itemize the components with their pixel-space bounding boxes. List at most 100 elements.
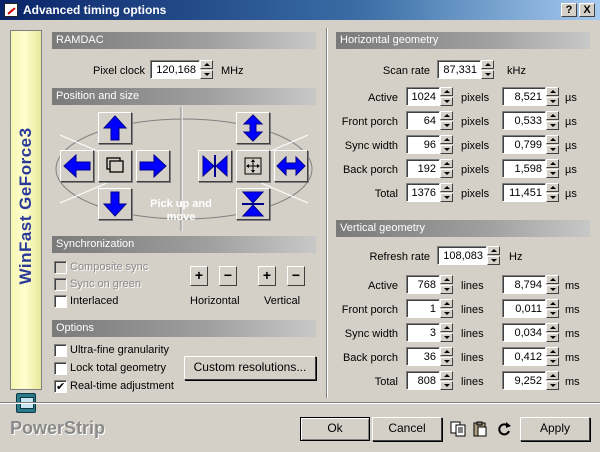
h-back-porch-field[interactable]: 192 (406, 159, 440, 178)
reset-position-button[interactable] (98, 150, 132, 182)
h-front-porch-unit: pixels (461, 116, 490, 128)
v-active-field[interactable]: 768 (406, 275, 440, 294)
refresh-rate-unit: Hz (509, 251, 523, 263)
pixel-clock-label: Pixel clock (93, 65, 145, 77)
h-sync-width-spinner[interactable] (440, 135, 453, 154)
h-back-porch-time-spinner[interactable] (546, 159, 559, 178)
h-front-porch-time-spinner[interactable] (546, 111, 559, 130)
v-sync-width-time-field[interactable]: 0,034 (502, 323, 546, 342)
help-button[interactable]: ? (561, 3, 577, 17)
v-back-porch-field[interactable]: 36 (406, 347, 440, 366)
horizontal-minus-button[interactable]: − (219, 266, 237, 286)
h-total-time-field[interactable]: 11,451 (502, 183, 546, 202)
h-active-spinner[interactable] (440, 87, 453, 106)
v-front-porch-field[interactable]: 1 (406, 299, 440, 318)
paste-icon[interactable] (472, 421, 488, 437)
ok-button[interactable]: Ok (300, 417, 370, 441)
h-back-porch-label: Back porch (342, 164, 398, 176)
converge-vertical-icon (241, 191, 265, 217)
v-front-porch-spinner[interactable] (440, 299, 453, 318)
vendor-label: WinFast GeForce3 (16, 127, 35, 285)
h-active-time-unit: µs (565, 92, 577, 104)
scan-rate-unit: kHz (507, 65, 526, 77)
h-back-porch-time-field[interactable]: 1,598 (502, 159, 546, 178)
scan-rate-field[interactable]: 87,331 (437, 60, 481, 79)
h-front-porch-field[interactable]: 64 (406, 111, 440, 130)
h-active-time-spinner[interactable] (546, 87, 559, 106)
pixel-clock-field[interactable]: 120,168 (150, 60, 200, 79)
shrink-vertical-button[interactable] (236, 188, 270, 220)
v-active-spinner[interactable] (440, 275, 453, 294)
v-back-porch-time-spinner[interactable] (546, 347, 559, 366)
h-front-porch-time-field[interactable]: 0,533 (502, 111, 546, 130)
h-active-label: Active (368, 92, 398, 104)
v-active-time-field[interactable]: 8,794 (502, 275, 546, 294)
refresh-icon[interactable] (496, 421, 512, 437)
h-front-porch-spinner[interactable] (440, 111, 453, 130)
footer-separator (0, 402, 600, 404)
h-total-field[interactable]: 1376 (406, 183, 440, 202)
move-right-button[interactable] (136, 150, 170, 182)
interlaced-checkbox[interactable] (54, 295, 67, 308)
h-front-porch-label: Front porch (341, 116, 398, 128)
expand-vertical-button[interactable] (236, 112, 270, 144)
vertical-plus-button[interactable]: + (258, 266, 276, 286)
move-down-button[interactable] (98, 188, 132, 220)
expand-horizontal-button[interactable] (274, 150, 308, 182)
v-total-time-field[interactable]: 9,252 (502, 371, 546, 390)
v-front-porch-time-spinner[interactable] (546, 299, 559, 318)
shrink-horizontal-button[interactable] (198, 150, 232, 182)
h-active-unit: pixels (461, 92, 490, 104)
v-sync-width-spinner[interactable] (440, 323, 453, 342)
h-total-time-spinner[interactable] (546, 183, 559, 202)
v-sync-width-time-spinner[interactable] (546, 323, 559, 342)
pixel-clock-spinner[interactable] (200, 60, 213, 79)
move-up-button[interactable] (98, 112, 132, 144)
column-separator (326, 28, 328, 398)
h-sync-width-time-spinner[interactable] (546, 135, 559, 154)
h-total-spinner[interactable] (440, 183, 453, 202)
realtime-label: Real-time adjustment (70, 380, 174, 392)
cancel-button[interactable]: Cancel (372, 417, 442, 441)
h-active-time-field[interactable]: 8,521 (502, 87, 546, 106)
refresh-rate-field[interactable]: 108,083 (437, 246, 487, 265)
v-back-porch-spinner[interactable] (440, 347, 453, 366)
double-arrow-vertical-icon (242, 114, 264, 142)
v-total-spinner[interactable] (440, 371, 453, 390)
h-back-porch-spinner[interactable] (440, 159, 453, 178)
h-active-field[interactable]: 1024 (406, 87, 440, 106)
h-total-time-unit: µs (565, 188, 577, 200)
ultrafine-checkbox[interactable] (54, 344, 67, 357)
h-sync-width-time-field[interactable]: 0,799 (502, 135, 546, 154)
v-active-label: Active (368, 280, 398, 292)
center-size-button[interactable] (236, 150, 270, 182)
options-header: Options (52, 320, 316, 337)
arrow-left-icon (63, 153, 91, 179)
composite-sync-checkbox[interactable] (54, 261, 67, 274)
h-sync-width-field[interactable]: 96 (406, 135, 440, 154)
v-front-porch-time-field[interactable]: 0,011 (502, 299, 546, 318)
powerstrip-label: PowerStrip (10, 418, 106, 438)
apply-button[interactable]: Apply (520, 417, 590, 441)
horizontal-plus-button[interactable]: + (190, 266, 208, 286)
v-active-unit: lines (461, 280, 484, 292)
v-total-field[interactable]: 808 (406, 371, 440, 390)
v-sync-width-field[interactable]: 3 (406, 323, 440, 342)
scan-rate-spinner[interactable] (481, 60, 494, 79)
lock-geometry-checkbox[interactable] (54, 362, 67, 375)
refresh-rate-spinner[interactable] (487, 246, 500, 265)
close-button[interactable]: X (579, 3, 595, 17)
horizontal-polarity-label: Horizontal (190, 295, 240, 307)
v-active-time-spinner[interactable] (546, 275, 559, 294)
custom-resolutions-button[interactable]: Custom resolutions... (184, 356, 316, 380)
vertical-minus-button[interactable]: − (287, 266, 305, 286)
h-back-porch-unit: pixels (461, 164, 490, 176)
v-sync-width-unit: lines (461, 328, 484, 340)
copy-icon[interactable] (450, 421, 466, 437)
v-total-time-spinner[interactable] (546, 371, 559, 390)
realtime-checkbox[interactable]: ✔ (54, 380, 67, 393)
v-back-porch-time-field[interactable]: 0,412 (502, 347, 546, 366)
h-front-porch-time-unit: µs (565, 116, 577, 128)
move-left-button[interactable] (60, 150, 94, 182)
sync-on-green-checkbox[interactable] (54, 278, 67, 291)
